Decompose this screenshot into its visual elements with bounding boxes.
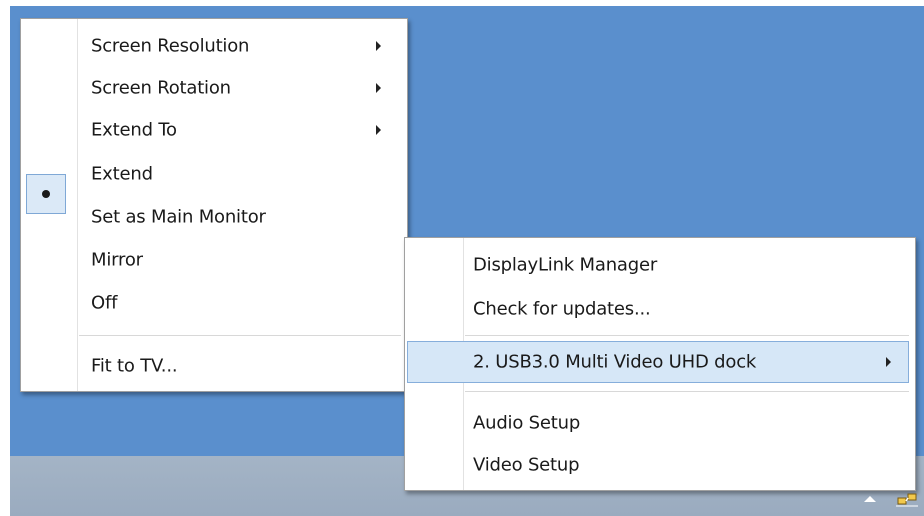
menu-item-label: Off [91,292,118,314]
network-icon[interactable] [896,492,918,508]
menu-item-label: Audio Setup [473,412,581,434]
displaylink-tray-menu: DisplayLink Manager Check for updates...… [404,237,916,491]
chevron-right-icon [886,357,891,367]
menu-separator [465,335,909,336]
menu-item-displaylink-manager[interactable]: DisplayLink Manager [405,244,915,286]
menu-item-label: 2. USB3.0 Multi Video UHD dock [473,351,757,373]
menu-item-label: Screen Resolution [91,35,250,57]
menu-item-label: Check for updates... [473,298,651,320]
caret-up-icon[interactable] [864,496,876,502]
menu-item-screen-resolution[interactable]: Screen Resolution [21,25,407,67]
menu-item-video-setup[interactable]: Video Setup [405,444,915,486]
menu-item-label: Fit to TV... [91,355,178,377]
chevron-right-icon [376,83,381,93]
chevron-right-icon [376,125,381,135]
screen: Screen Resolution Screen Rotation Extend… [0,0,924,516]
menu-item-set-as-main-monitor[interactable]: Set as Main Monitor [21,196,407,238]
menu-item-fit-to-tv[interactable]: Fit to TV... [21,345,407,387]
menu-item-label: Extend To [91,119,177,141]
menu-item-off[interactable]: Off [21,282,407,324]
menu-item-label: Set as Main Monitor [91,206,266,228]
menu-item-usb-dock[interactable]: 2. USB3.0 Multi Video UHD dock [405,341,915,383]
chevron-right-icon [376,41,381,51]
display-context-menu: Screen Resolution Screen Rotation Extend… [20,18,408,392]
menu-item-label: Extend [91,163,153,185]
menu-item-label: DisplayLink Manager [473,254,658,276]
menu-item-mirror[interactable]: Mirror [21,239,407,281]
menu-item-label: Mirror [91,249,143,271]
menu-item-extend[interactable]: Extend [21,153,407,195]
menu-item-extend-to[interactable]: Extend To [21,109,407,151]
menu-item-audio-setup[interactable]: Audio Setup [405,402,915,444]
menu-item-label: Screen Rotation [91,77,231,99]
menu-item-screen-rotation[interactable]: Screen Rotation [21,67,407,109]
menu-item-label: Video Setup [473,454,580,476]
menu-separator [79,335,401,336]
menu-separator [465,391,909,392]
menu-item-check-for-updates[interactable]: Check for updates... [405,288,915,330]
